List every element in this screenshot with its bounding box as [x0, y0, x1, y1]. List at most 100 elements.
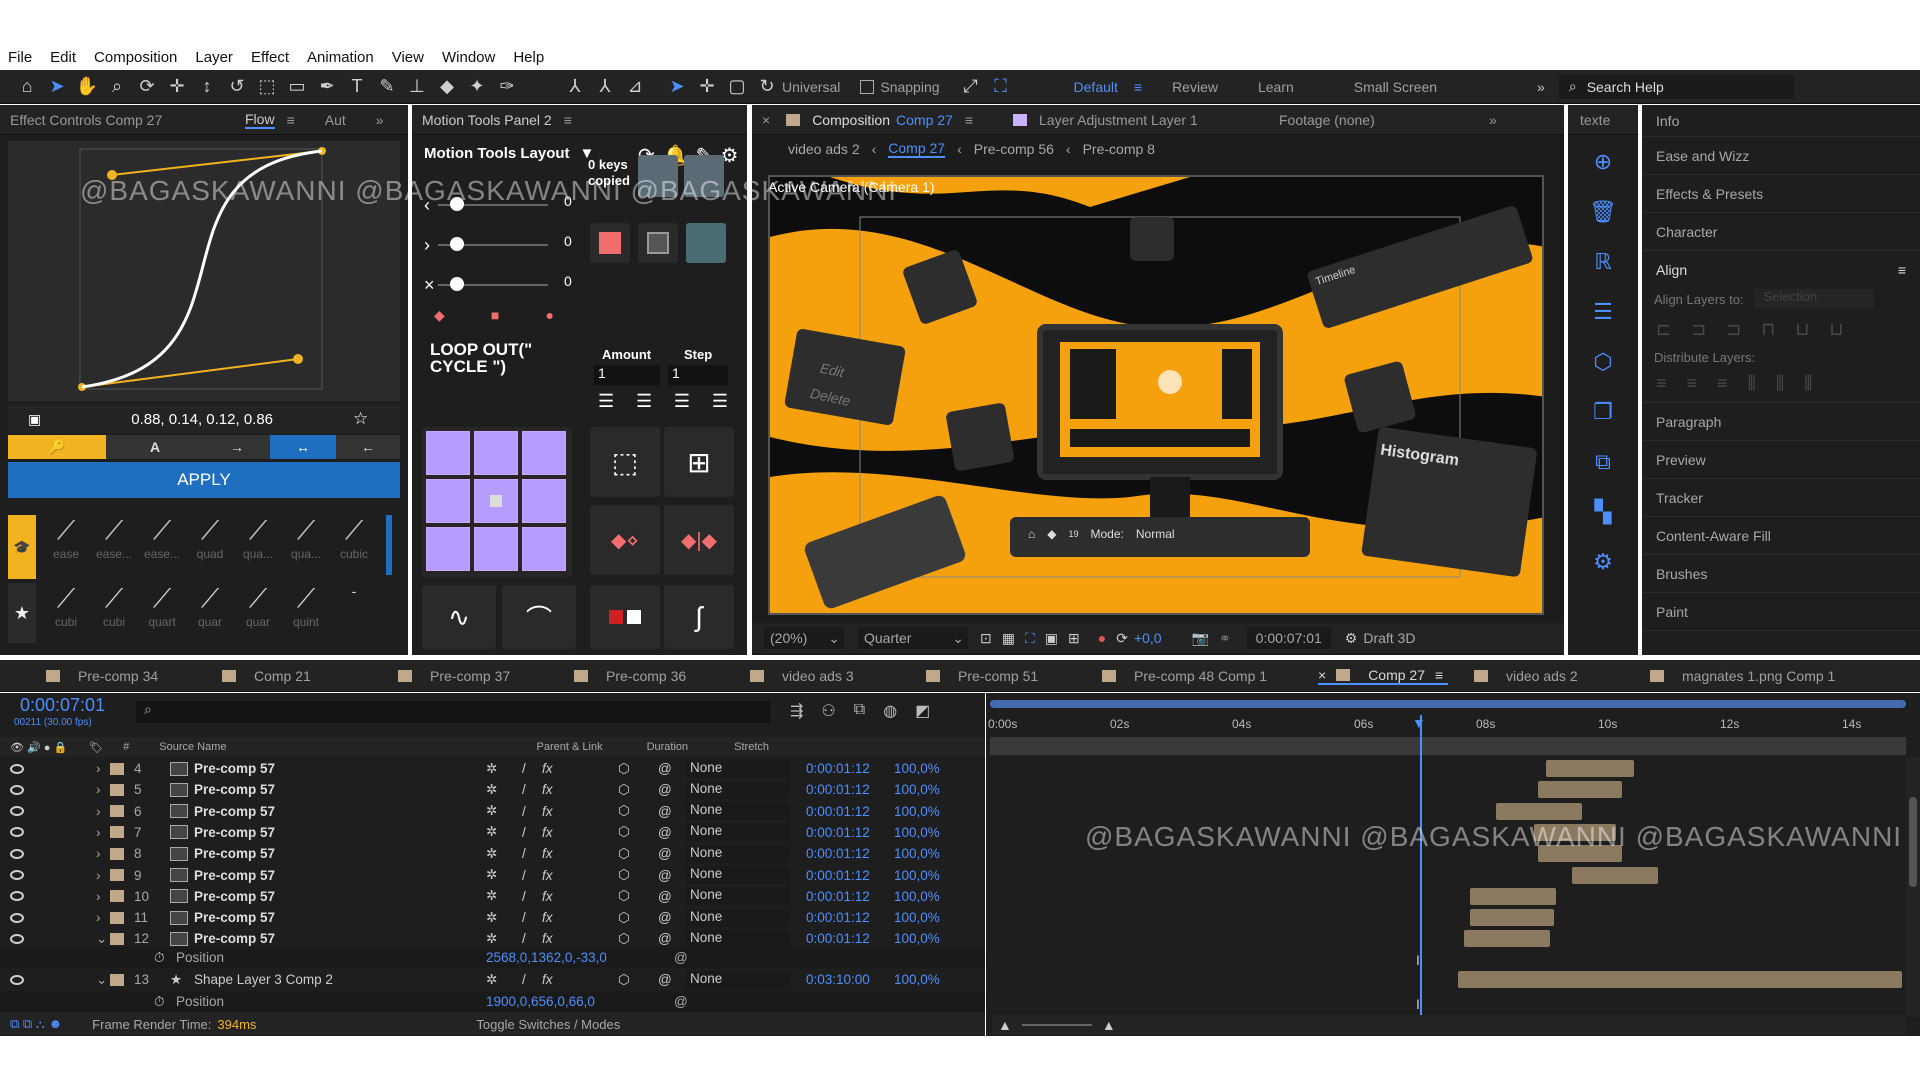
tab-pre-comp-48-comp-1[interactable]: Pre-comp 48 Comp 1 [1102, 668, 1292, 684]
anchor-middle-right[interactable] [522, 479, 566, 523]
visibility-eye-icon[interactable] [10, 933, 24, 944]
parent-pickwhip-icon[interactable]: @ [658, 931, 672, 946]
snapping-checkbox[interactable] [860, 79, 875, 94]
collapse-transform-icon[interactable]: ✲ [486, 846, 497, 862]
collapse-transform-icon[interactable]: ✲ [486, 931, 497, 947]
layer-name[interactable]: Pre-comp 57 [194, 868, 275, 883]
layer-label-color[interactable] [110, 847, 124, 860]
layer-stretch[interactable]: 100,0% [894, 972, 940, 987]
distribute-right-icon[interactable]: ⫼ [1804, 373, 1812, 394]
parent-pickwhip-icon[interactable]: @ [658, 972, 672, 987]
ease-out-arrow-icon[interactable]: → [204, 435, 270, 459]
composition-comp-name[interactable]: Comp 27 [896, 112, 953, 128]
graduation-cap-icon[interactable]: 🎓 [8, 515, 36, 579]
visibility-eye-icon[interactable] [10, 763, 24, 774]
preset-cubic-out[interactable]: ⟋ cubi [90, 583, 138, 643]
ease-out-slider[interactable] [450, 237, 464, 251]
layer-duration[interactable]: 0:00:01:12 [806, 825, 870, 840]
parent-dropdown[interactable]: None [686, 970, 790, 989]
parent-pickwhip-icon[interactable]: @ [658, 804, 672, 819]
layer-label-color[interactable] [110, 783, 124, 796]
layer-duration[interactable]: 0:00:01:12 [806, 782, 870, 797]
list-icon[interactable]: ☰ [1593, 299, 1613, 325]
expression-pickwhip-icon[interactable]: @ [674, 994, 688, 1009]
favorites-star-icon[interactable]: ★ [8, 583, 36, 643]
breadcrumb-pre-comp-8[interactable]: Pre-comp 8 [1083, 141, 1155, 157]
layer-duration[interactable]: 0:00:01:12 [806, 868, 870, 883]
reset-exposure-icon[interactable]: ⟳ [1116, 630, 1128, 647]
visibility-eye-icon[interactable] [10, 870, 24, 880]
parent-dropdown[interactable]: None [686, 823, 790, 842]
grid-plus-icon[interactable]: ▚ [1595, 499, 1612, 525]
layer-13-duration-bar[interactable] [1458, 971, 1902, 988]
layer-label-color[interactable] [110, 762, 124, 775]
move-tool-icon[interactable]: ✛ [694, 74, 720, 100]
composition-viewer[interactable]: Active Camera (Camera 1) Timeline Histog… [768, 175, 1544, 615]
more-workspaces-icon[interactable]: » [1537, 79, 1545, 95]
layer-stretch[interactable]: 100,0% [894, 782, 940, 797]
table-row[interactable]: › 10 Pre-comp 57 ✲ / fx ⬡ @ None 0:00:01… [0, 886, 985, 907]
rotate-3d-tool-icon[interactable]: ↻ [754, 74, 780, 100]
pen-tool-icon[interactable]: ✒ [314, 74, 340, 100]
motion-tools-layout-dropdown[interactable]: Motion Tools Layout ▼ [424, 145, 594, 162]
keyframe-mirror-icon[interactable]: ◆|◆ [664, 505, 734, 575]
mask-visibility-icon[interactable]: ⛶ [1025, 630, 1035, 647]
keyframe-spread-icon[interactable]: ◆⋄ [590, 505, 660, 575]
layer-name[interactable]: Pre-comp 57 [194, 931, 275, 946]
presets-scrollbar[interactable] [386, 515, 392, 575]
layer-duration[interactable]: 0:00:01:12 [806, 889, 870, 904]
workspace-learn[interactable]: Learn [1258, 79, 1294, 95]
wiggle-icon[interactable]: ∿ [422, 585, 496, 649]
tab-magnates-1-png-comp-1[interactable]: magnates 1.png Comp 1 [1650, 668, 1880, 684]
layer-duration[interactable]: 0:03:10:00 [806, 972, 870, 987]
effects-switch-icon[interactable]: fx [542, 846, 553, 861]
collapse-chevron-icon[interactable]: › [96, 782, 101, 797]
solid-layer-button[interactable] [590, 223, 630, 263]
snapshot-camera-icon[interactable]: 📷 [1192, 630, 1209, 647]
anchor-bounds-icon[interactable]: ⬚ [590, 427, 660, 497]
visibility-eye-icon[interactable] [10, 848, 24, 859]
snap-frame-icon[interactable]: ⛶ [988, 74, 1014, 100]
scale-tool-icon[interactable]: ▢ [724, 74, 750, 100]
world-axis-icon[interactable]: ⅄ [592, 74, 618, 100]
transparency-grid-icon[interactable]: ▦ [1002, 630, 1015, 647]
layer-stretch[interactable]: 100,0% [894, 825, 940, 840]
keyframe-square-icon[interactable]: ■ [491, 307, 499, 324]
toggle-switches-modes[interactable]: Toggle Switches / Modes [476, 1017, 620, 1032]
parent-pickwhip-icon[interactable]: @ [658, 761, 672, 776]
dolly-tool-icon[interactable]: ↕ [194, 74, 220, 100]
eraser-tool-icon[interactable]: ◆ [434, 74, 460, 100]
anchor-bottom-right[interactable] [522, 527, 566, 571]
auto-tab[interactable]: Aut [325, 112, 346, 128]
layer-label-color[interactable] [110, 890, 124, 903]
3d-layer-icon[interactable]: ⬡ [618, 846, 630, 862]
layer-stretch[interactable]: 100,0% [894, 761, 940, 776]
tab-comp-21[interactable]: Comp 21 [222, 668, 372, 684]
layer-stretch[interactable]: 100,0% [894, 931, 940, 946]
apply-button[interactable]: APPLY [8, 462, 400, 498]
strip-partial-title[interactable]: texte [1580, 112, 1610, 128]
layer-stretch[interactable]: 100,0% [894, 846, 940, 861]
align-right-icon[interactable]: ⊐ [1726, 319, 1741, 340]
visibility-eye-icon[interactable] [10, 974, 24, 985]
menu-edit[interactable]: Edit [50, 49, 76, 66]
collapse-transform-icon[interactable]: ✲ [486, 782, 497, 798]
resolution-dropdown[interactable]: Quarter ⌄ [858, 627, 968, 649]
align-left-icon[interactable]: ⊏ [1656, 319, 1671, 340]
align-grid-icon[interactable]: ⊞ [664, 427, 734, 497]
breadcrumb-video-ads-2[interactable]: video ads 2 [788, 141, 860, 157]
zoom-tool-icon[interactable]: ⌕ [104, 74, 130, 100]
content-aware-fill-panel[interactable]: Content-Aware Fill [1642, 517, 1920, 555]
collapse-chevron-icon[interactable]: › [96, 804, 101, 819]
effects-switch-icon[interactable]: fx [542, 868, 553, 883]
menu-effect[interactable]: Effect [251, 49, 289, 66]
menu-composition[interactable]: Composition [94, 49, 177, 66]
layer-tab[interactable]: Layer Adjustment Layer 1 [1039, 112, 1279, 128]
anchor-middle-left[interactable] [426, 479, 470, 523]
effects-switch-icon[interactable]: fx [542, 782, 553, 797]
home-icon[interactable]: ⌂ [14, 74, 40, 100]
layer-duration[interactable]: 0:00:01:12 [806, 846, 870, 861]
loop-out-cycle-button[interactable]: LOOP OUT(" CYCLE ") [430, 341, 550, 375]
preset-remove-button[interactable]: - [330, 583, 378, 643]
cube-icon[interactable]: ⬡ [1593, 349, 1612, 375]
